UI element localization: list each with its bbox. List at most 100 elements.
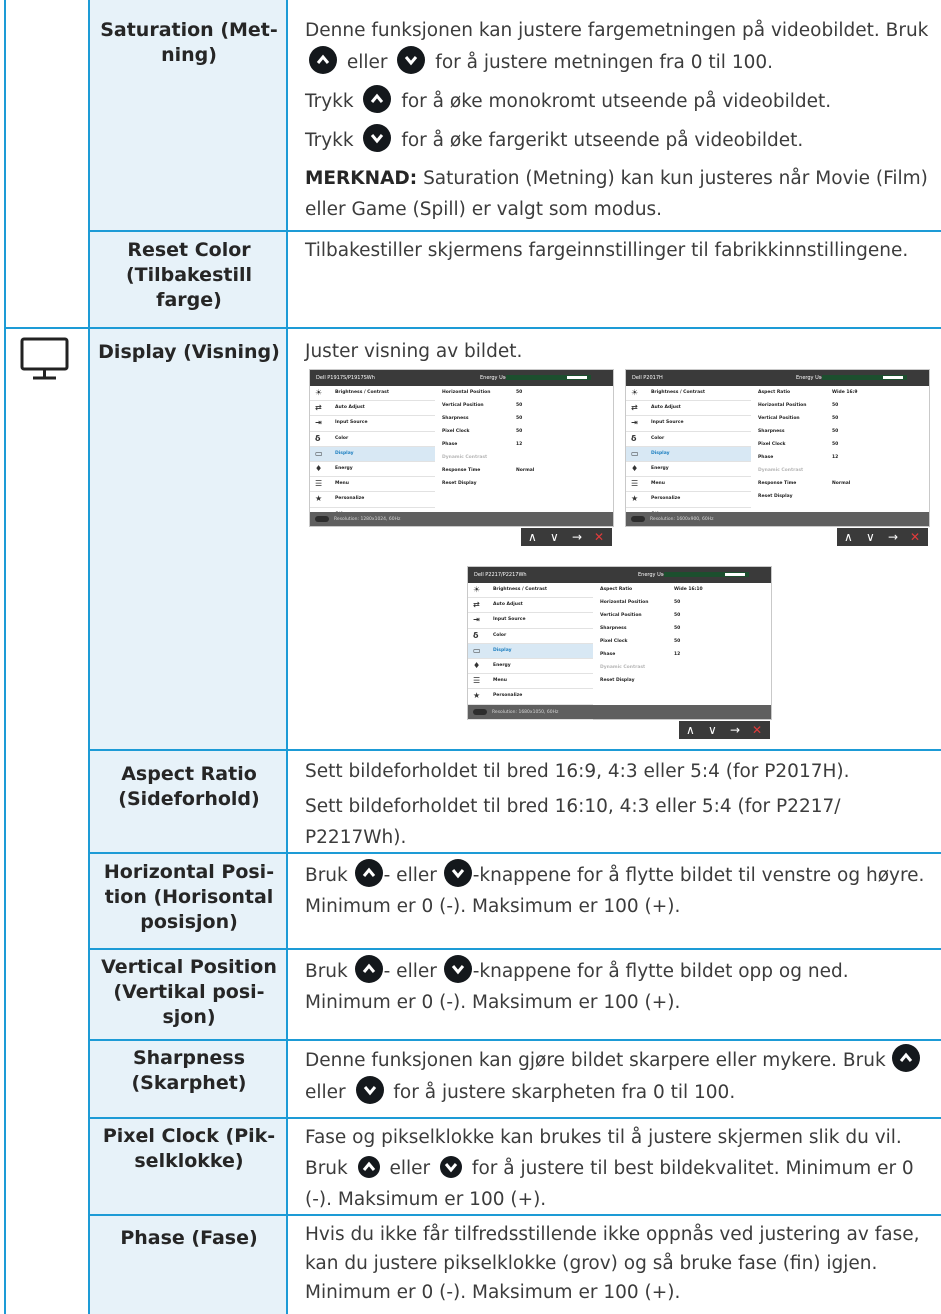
up-arrow-button-icon — [354, 955, 383, 983]
text: for å øke monokromt utseende på videobil… — [395, 91, 832, 112]
osd-menu-label: Auto Adjust — [335, 405, 365, 411]
osd-setting-name: Pixel Clock — [758, 442, 786, 447]
phase-label: Phase (Fase) — [120, 1227, 258, 1249]
osd-setting-name: Dynamic Contrast — [758, 468, 804, 473]
osd-setting-row: Horizontal Position 50 — [752, 399, 929, 412]
osd-setting-row: Pixel Clock 50 — [436, 425, 613, 438]
osd-menu-item: ⇄ Auto Adjust — [310, 401, 435, 417]
osd-energy-meter — [664, 572, 749, 577]
osd-menu-item: ⇥ Input Source — [310, 416, 435, 432]
nav-down-icon: ∨ — [866, 530, 875, 544]
osd-energy-meter-fill — [567, 376, 587, 379]
osd-menu-item: ★ Personalize — [310, 492, 435, 508]
osd-model-name: Dell P2017H — [632, 375, 663, 381]
osd-setting-name: Dynamic Contrast — [442, 455, 488, 460]
osd-energy-label: Energy Use — [796, 375, 825, 381]
osd-nav-buttons: ∧ ∨ → ✕ — [837, 528, 928, 546]
osd-setting-name: Aspect Ratio — [600, 587, 633, 592]
osd-setting-row: Sharpness 50 — [436, 412, 613, 425]
osd-menu-item: ⇄ Auto Adjust — [626, 401, 751, 417]
osd-header: Dell P1917S/P1917SWh Energy Use — [310, 370, 613, 386]
osd-menu-item: ☀ Brightness / Contrast — [310, 386, 435, 402]
osd-menu-item: ☰ Menu — [310, 477, 435, 493]
osd-menu-label: Personalize — [651, 496, 681, 502]
osd-footer: Resolution: 1680x1050, 60Hz — [468, 705, 771, 719]
osd-menu-item: ▭ Display — [468, 643, 593, 659]
osd-energy-label: Energy Use — [638, 572, 667, 578]
osd-menu-p2217: Dell P2217/P2217Wh Energy Use ☀ Brightness … — [467, 566, 772, 720]
osd-setting-name: Sharpness — [600, 626, 627, 631]
osd-menu-icon: ▭ — [631, 448, 639, 458]
nav-right-icon: → — [888, 530, 899, 544]
osd-setting-row: Vertical Position 50 — [436, 399, 613, 412]
osd-resolution: Resolution: 1680x1050, 60Hz — [492, 710, 559, 715]
dell-logo-icon — [473, 709, 487, 715]
osd-header: Dell P2017H Energy Use — [626, 370, 929, 386]
horizontal-position-description: Bruk - eller -knappene for å flytte bild… — [305, 859, 930, 922]
osd-setting-row: Response Time Normal — [752, 477, 929, 490]
osd-menu-label: Brightness / Contrast — [335, 390, 389, 395]
osd-setting-value: Normal — [516, 468, 535, 473]
osd-menu-label: Display — [651, 450, 670, 456]
osd-setting-name: Aspect Ratio — [758, 390, 791, 395]
osd-nav-buttons: ∧ ∨ → ✕ — [521, 528, 612, 546]
osd-setting-name: Phase — [600, 652, 616, 657]
osd-setting-row: Aspect Ratio Wide 16:9 — [752, 386, 929, 399]
pixel-clock-label: Pixel Clock (Pik- selklokke) — [102, 1125, 276, 1172]
osd-header: Dell P2217/P2217Wh Energy Use — [468, 567, 771, 583]
row-divider — [88, 230, 941, 232]
vertical-position-description: Bruk - eller -knappene for å flytte bild… — [305, 955, 930, 1018]
osd-setting-name: Dynamic Contrast — [600, 665, 646, 670]
sharpness-description: Denne funksjonen kan gjøre bildet skarpe… — [305, 1044, 930, 1108]
osd-resolution: Resolution: 1600x900, 60Hz — [650, 517, 714, 522]
osd-setting-row: Pixel Clock 50 — [594, 635, 771, 648]
nav-up-icon: ∧ — [686, 723, 695, 737]
down-arrow-button-icon — [397, 46, 426, 74]
osd-menu-label: Auto Adjust — [651, 405, 681, 411]
table-border-left — [4, 0, 6, 1314]
saturation-note: MERKNAD: Saturation (Metning) kan kun ju… — [305, 163, 930, 225]
osd-menu-item: ▭ Display — [626, 446, 751, 462]
osd-menu-item: ⇄ Auto Adjust — [468, 598, 593, 614]
osd-main-menu: ☀ Brightness / Contrast ⇄ Auto Adjust ⇥ Input… — [626, 386, 751, 523]
osd-setting-value: 50 — [832, 403, 839, 408]
osd-setting-value: 50 — [674, 626, 681, 631]
osd-menu-p2017h: Dell P2017H Energy Use ☀ Brightness / Contr… — [625, 369, 930, 527]
osd-setting-name: Reset Display — [758, 494, 793, 499]
osd-setting-row: Horizontal Position 50 — [436, 386, 613, 399]
osd-setting-row: Vertical Position 50 — [752, 412, 929, 425]
osd-menu-label: Brightness / Contrast — [651, 390, 705, 395]
reset-color-label: Reset Color (Tilbakestill farge) — [125, 239, 253, 311]
osd-menu-item: ⇥ Input Source — [626, 416, 751, 432]
osd-setting-row: Phase 12 — [436, 438, 613, 451]
nav-right-icon: → — [572, 530, 583, 544]
osd-setting-row: Dynamic Contrast — [436, 451, 613, 464]
osd-setting-name: Vertical Position — [600, 613, 642, 618]
osd-setting-row: Dynamic Contrast — [594, 661, 771, 674]
saturation-paragraph-1: Denne funksjonen kan justere fargemetnin… — [305, 15, 930, 78]
nav-down-icon: ∨ — [708, 723, 717, 737]
down-arrow-button-icon — [363, 124, 392, 152]
osd-energy-meter-fill — [883, 376, 903, 379]
note-label: MERKNAD: — [305, 168, 418, 189]
osd-menu-icon: ♦ — [631, 463, 639, 473]
osd-menu-icon: ▭ — [473, 645, 481, 655]
osd-menu-icon: ☀ — [631, 388, 639, 397]
osd-menu-icon: ⇄ — [473, 600, 480, 610]
osd-setting-name: Horizontal Position — [600, 600, 649, 605]
osd-menu-icon: ⇄ — [315, 403, 322, 413]
dell-logo-icon — [315, 516, 329, 522]
osd-menu-item: ★ Personalize — [468, 689, 593, 705]
osd-menu-label: Input Source — [335, 420, 368, 426]
osd-submenu: Aspect Ratio Wide 16:9 Horizontal Position… — [752, 386, 929, 503]
osd-menu-icon: δ — [631, 433, 637, 443]
monitor-icon — [19, 336, 71, 382]
osd-setting-value: 50 — [832, 429, 839, 434]
osd-menu-label: Energy — [493, 662, 511, 668]
osd-menu-item: ☀ Brightness / Contrast — [468, 583, 593, 599]
osd-menu-icon: ♦ — [315, 463, 323, 473]
dell-logo-icon — [631, 516, 645, 522]
osd-main-menu: ☀ Brightness / Contrast ⇄ Auto Adjust ⇥ Input… — [468, 583, 593, 720]
osd-menu-icon: ⇥ — [315, 418, 322, 428]
osd-setting-value: Wide 16:10 — [674, 587, 703, 592]
